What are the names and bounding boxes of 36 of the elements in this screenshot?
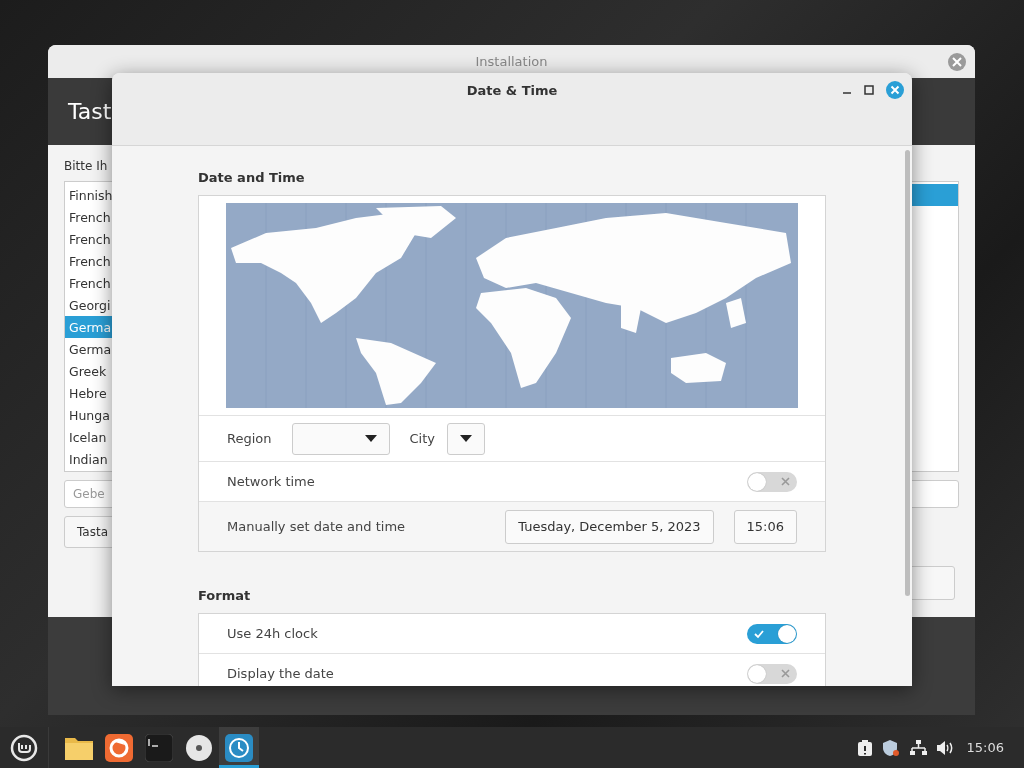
- setting-label: Use 24h clock: [227, 626, 319, 641]
- close-icon: [781, 476, 790, 486]
- menu-icon[interactable]: [10, 733, 38, 762]
- disc-icon: [185, 733, 213, 762]
- prompt-text: Bitte Ih: [64, 159, 109, 173]
- check-icon: [754, 628, 764, 639]
- page-heading: Tast: [68, 99, 112, 124]
- setting-label: Network time: [227, 474, 316, 489]
- toggle-switch[interactable]: [747, 663, 797, 684]
- city-label: City: [409, 431, 435, 446]
- setting-label: Display the date: [227, 666, 335, 681]
- clock-icon: [225, 733, 253, 762]
- volume-icon[interactable]: [935, 739, 954, 756]
- toggle-switch[interactable]: [747, 471, 797, 492]
- section-heading: Date and Time: [198, 170, 306, 185]
- toggle-switch[interactable]: [747, 623, 797, 644]
- close-icon[interactable]: [947, 52, 967, 72]
- window-title: Installation: [475, 54, 548, 69]
- maximize-icon[interactable]: [864, 85, 874, 95]
- taskbar-clock[interactable]: 15:06: [966, 740, 1004, 755]
- close-icon[interactable]: [886, 81, 904, 99]
- close-icon: [781, 668, 790, 678]
- region-label: Region: [227, 431, 272, 446]
- section-heading: Format: [198, 588, 252, 603]
- taskbar-app[interactable]: [219, 727, 259, 768]
- clipboard-icon[interactable]: [856, 738, 873, 757]
- caret-icon: [364, 435, 377, 442]
- window-title: Date & Time: [466, 83, 558, 100]
- caret-icon: [460, 435, 472, 442]
- network-icon[interactable]: [908, 739, 927, 756]
- shield-icon[interactable]: [881, 738, 900, 757]
- city-dropdown[interactable]: [447, 422, 485, 455]
- date-button[interactable]: Tuesday, December 5, 2023: [505, 509, 714, 544]
- setting-label: Manually set date and time: [227, 519, 407, 534]
- time-button[interactable]: 15:06: [733, 509, 797, 544]
- terminal-icon: [145, 733, 173, 762]
